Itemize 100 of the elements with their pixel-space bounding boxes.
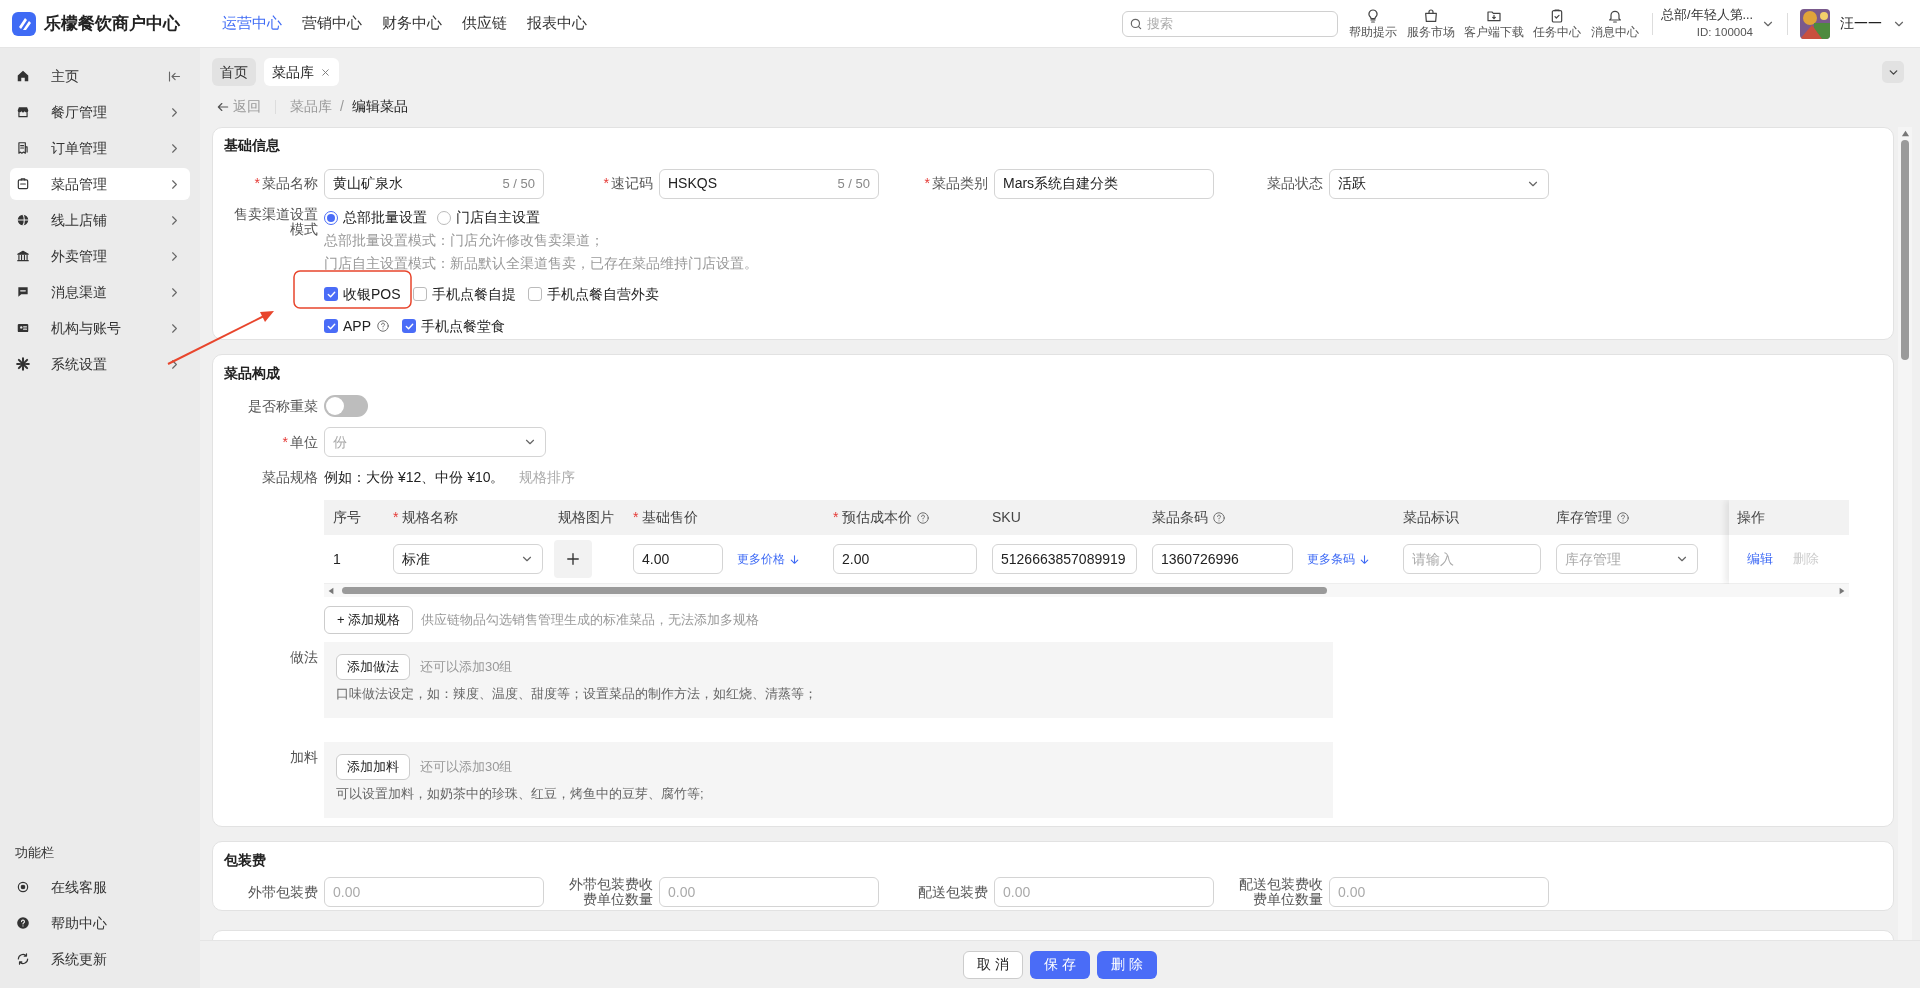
radio-label[interactable]: 总部批量设置 bbox=[343, 207, 427, 229]
globe-icon bbox=[16, 213, 30, 227]
section-title: 功能栏 bbox=[14, 844, 55, 863]
footer-button[interactable]: 取 消 bbox=[963, 950, 1023, 979]
required-mark: * bbox=[924, 175, 930, 191]
toolbar-button[interactable]: 服务市场 bbox=[1402, 7, 1461, 40]
sidebar-item[interactable]: 线上店铺 bbox=[10, 204, 190, 236]
scroll-right-icon[interactable] bbox=[1838, 586, 1846, 595]
footer-button[interactable]: 保 存 bbox=[1030, 950, 1090, 979]
sidebar-item[interactable]: 机构与账号 bbox=[10, 312, 190, 344]
field-label: 菜品状态 bbox=[1267, 175, 1323, 191]
section-title: 包装费 bbox=[223, 850, 266, 870]
page-tab[interactable]: 菜品库 bbox=[264, 58, 339, 86]
checkbox-label[interactable]: 手机点餐自营外卖 bbox=[546, 283, 659, 305]
search-icon bbox=[1129, 16, 1144, 31]
add-button[interactable]: 添加做法 bbox=[336, 654, 410, 680]
field-label: 菜品名称 bbox=[262, 175, 318, 191]
toolbar-button[interactable]: 消息中心 bbox=[1586, 7, 1645, 40]
checkbox[interactable] bbox=[324, 287, 338, 302]
input-field[interactable]: 2.00 bbox=[833, 544, 977, 574]
input-field[interactable]: 5126663857089919 bbox=[992, 544, 1137, 574]
required-mark: * bbox=[393, 508, 399, 527]
bag-icon bbox=[1423, 7, 1440, 24]
add-image-button[interactable] bbox=[554, 540, 592, 578]
required-mark: * bbox=[282, 433, 288, 450]
nav-tab[interactable]: 运营中心 bbox=[222, 0, 282, 47]
organization-switcher[interactable]: 总部/年轻人第... ID: 100004 bbox=[1661, 6, 1775, 41]
sidebar-item[interactable]: 订单管理 bbox=[10, 132, 190, 164]
question-icon[interactable] bbox=[376, 319, 390, 334]
field-label: 菜品规格 bbox=[262, 468, 318, 485]
input-field[interactable]: HSKQS 5 / 50 bbox=[659, 168, 879, 199]
sidebar-item[interactable]: 餐厅管理 bbox=[10, 96, 190, 128]
close-icon[interactable] bbox=[320, 66, 331, 78]
section-title: 菜品构成 bbox=[223, 363, 280, 383]
breadcrumb-item: 编辑菜品 bbox=[351, 97, 408, 116]
toolbar-button[interactable]: 任务中心 bbox=[1528, 7, 1587, 40]
id-card-icon bbox=[16, 321, 30, 335]
scroll-left-icon[interactable] bbox=[327, 586, 335, 595]
question-icon[interactable] bbox=[1212, 510, 1226, 525]
scrollbar-thumb[interactable] bbox=[1901, 140, 1909, 360]
app-title: 乐檬餐饮商户中心 bbox=[44, 12, 181, 35]
toolbar-button[interactable]: 帮助提示 bbox=[1344, 7, 1403, 40]
required-mark: * bbox=[633, 508, 639, 527]
collapse-button[interactable] bbox=[1882, 61, 1904, 83]
nav-tab[interactable]: 营销中心 bbox=[302, 0, 362, 47]
collapse-icon[interactable] bbox=[167, 68, 182, 84]
store-icon bbox=[16, 105, 30, 119]
input-field[interactable]: Mars系统自建分类 bbox=[994, 168, 1214, 199]
scrollbar[interactable] bbox=[1898, 127, 1912, 940]
add-button[interactable]: 添加加料 bbox=[336, 754, 410, 780]
field-label: 外带包装费收费单位数量 bbox=[569, 876, 653, 907]
help-text: 供应链物品勾选销售管理生成的标准菜品，无法添加多规格 bbox=[421, 611, 760, 630]
column-header: 菜品条码 bbox=[1143, 500, 1394, 535]
sidebar-item[interactable]: 系统设置 bbox=[10, 348, 190, 380]
more-link[interactable]: 更多价格 bbox=[737, 550, 801, 568]
field-label: 配送包装费收费单位数量 bbox=[1239, 876, 1323, 907]
radio-label[interactable]: 门店自主设置 bbox=[456, 207, 540, 229]
scroll-up-icon[interactable] bbox=[1900, 129, 1910, 138]
settings-icon bbox=[16, 357, 30, 371]
select-field[interactable]: 标准 bbox=[393, 544, 543, 574]
checkbox-label[interactable]: 手机点餐堂食 bbox=[421, 315, 505, 337]
footer-button[interactable]: 删 除 bbox=[1097, 950, 1157, 979]
checkbox[interactable] bbox=[324, 319, 338, 334]
sidebar-item[interactable]: 消息渠道 bbox=[10, 276, 190, 308]
input-field[interactable]: 1360726996 bbox=[1152, 544, 1293, 574]
add-spec-button[interactable]: + 添加规格 bbox=[324, 606, 414, 634]
checkbox-label[interactable]: 手机点餐自提 bbox=[431, 283, 516, 305]
checkbox-label[interactable]: 收银POS bbox=[343, 283, 401, 305]
more-link[interactable]: 更多条码 bbox=[1307, 550, 1371, 568]
arrow-down-icon bbox=[1358, 552, 1371, 566]
question-icon[interactable] bbox=[916, 510, 931, 525]
action-link[interactable]: 编辑 bbox=[1747, 549, 1773, 569]
help-text: 门店自主设置模式：新品默认全渠道售卖，已存在菜品维持门店设置。 bbox=[324, 253, 758, 273]
sidebar-item[interactable]: 系统更新 bbox=[10, 943, 190, 975]
sidebar-item[interactable]: 在线客服 bbox=[10, 871, 190, 903]
horizontal-scrollbar[interactable] bbox=[324, 584, 1849, 597]
page-tab[interactable]: 首页 bbox=[212, 58, 256, 86]
field-label: 售卖渠道设置模式 bbox=[234, 205, 318, 237]
scrollbar-thumb[interactable] bbox=[342, 587, 1327, 594]
column-header: 操作 bbox=[1729, 500, 1849, 535]
nav-tab[interactable]: 报表中心 bbox=[527, 0, 587, 47]
nav-tab[interactable]: 财务中心 bbox=[382, 0, 442, 47]
checkbox[interactable] bbox=[402, 319, 416, 334]
checkbox[interactable] bbox=[412, 287, 427, 302]
toggle-switch[interactable] bbox=[324, 395, 368, 417]
user-menu[interactable]: 汪一一 bbox=[1840, 13, 1906, 34]
nav-tab[interactable]: 供应链 bbox=[462, 0, 507, 47]
toolbar-button[interactable]: 客户端下载 bbox=[1460, 7, 1529, 40]
input-field[interactable]: 4.00 bbox=[633, 544, 723, 574]
sidebar-item[interactable]: 帮助中心 bbox=[10, 907, 190, 939]
input-field[interactable]: 黄山矿泉水 5 / 50 bbox=[324, 168, 544, 199]
checkbox[interactable] bbox=[527, 287, 542, 302]
column-header: * 规格名称 bbox=[384, 500, 549, 535]
select-field[interactable]: 活跃 bbox=[1329, 168, 1549, 199]
sidebar-item[interactable]: 外卖管理 bbox=[10, 240, 190, 272]
column-header: 菜品标识 bbox=[1402, 508, 1460, 527]
sidebar-item[interactable]: 主页 bbox=[10, 60, 190, 92]
sidebar-item[interactable]: 菜品管理 bbox=[10, 168, 190, 200]
question-icon[interactable] bbox=[1616, 510, 1630, 525]
checkbox-label[interactable]: APP bbox=[343, 315, 371, 337]
